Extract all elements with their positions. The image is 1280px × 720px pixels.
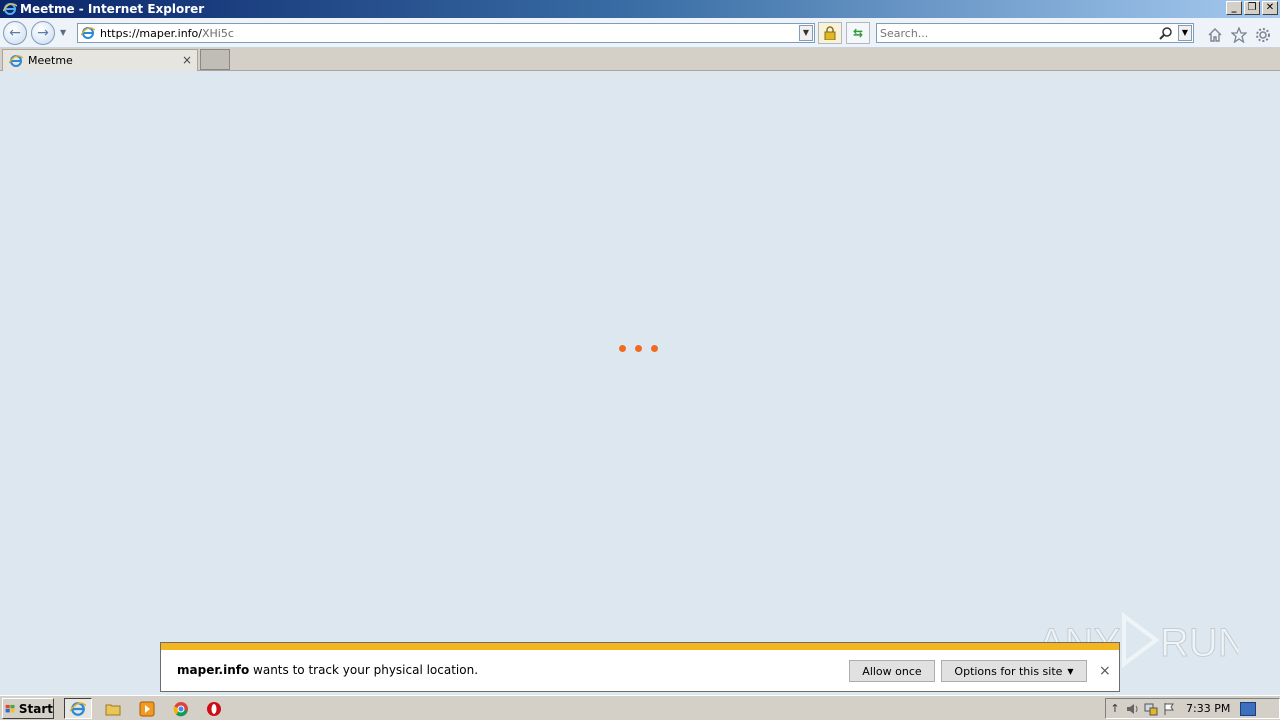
folder-icon bbox=[105, 704, 121, 715]
ie-page-icon bbox=[80, 25, 96, 41]
geolocation-notification-bar: maper.info wants to track your physical … bbox=[160, 642, 1120, 692]
media-player-icon bbox=[139, 701, 155, 716]
taskbar-explorer-button[interactable] bbox=[99, 698, 127, 719]
site-options-button[interactable]: Options for this site ▼ bbox=[941, 660, 1087, 682]
page-content bbox=[0, 71, 1280, 691]
forward-arrow-icon: → bbox=[37, 25, 49, 41]
taskbar: Start ↑ 7:33 PM bbox=[0, 695, 1280, 720]
tab-meetme[interactable]: Meetme × bbox=[2, 49, 198, 71]
site-options-label: Options for this site bbox=[954, 664, 1063, 678]
notification-site: maper.info bbox=[177, 663, 250, 677]
show-desktop-icon[interactable] bbox=[1240, 701, 1257, 716]
taskbar-opera-button[interactable] bbox=[200, 698, 228, 719]
notification-close-icon[interactable]: × bbox=[1099, 663, 1111, 679]
favorites-star-icon[interactable] bbox=[1230, 26, 1248, 44]
home-icon[interactable] bbox=[1206, 26, 1224, 44]
refresh-icon: ⇆ bbox=[852, 26, 864, 40]
forward-button[interactable]: → bbox=[31, 21, 55, 45]
taskbar-clock[interactable]: 7:33 PM bbox=[1186, 702, 1230, 715]
address-bar[interactable]: https://maper.info/XHi5c ▼ bbox=[77, 23, 815, 43]
chrome-icon bbox=[173, 701, 188, 716]
back-arrow-icon: ← bbox=[9, 25, 21, 41]
action-center-flag-icon[interactable] bbox=[1160, 700, 1178, 718]
volume-icon[interactable] bbox=[1124, 700, 1142, 718]
loading-indicator bbox=[619, 345, 658, 352]
refresh-button[interactable]: ⇆ bbox=[846, 22, 870, 44]
start-label: Start bbox=[18, 701, 53, 716]
ie-logo-icon bbox=[2, 1, 18, 17]
restore-button[interactable]: ❐ bbox=[1244, 1, 1260, 15]
back-button[interactable]: ← bbox=[3, 21, 27, 45]
allow-once-button[interactable]: Allow once bbox=[849, 660, 935, 682]
minimize-button[interactable]: _ bbox=[1226, 1, 1242, 15]
history-dropdown-icon[interactable]: ▼ bbox=[60, 28, 70, 38]
url-path: XHi5c bbox=[201, 26, 234, 40]
taskbar-chrome-button[interactable] bbox=[167, 698, 195, 719]
caret-down-icon: ▼ bbox=[1067, 666, 1074, 676]
tab-close-icon[interactable]: × bbox=[182, 53, 192, 67]
allow-once-label: Allow once bbox=[862, 664, 922, 678]
tab-label: Meetme bbox=[28, 54, 73, 67]
ie-taskbar-icon bbox=[70, 701, 86, 716]
search-input[interactable] bbox=[880, 25, 1150, 41]
tab-bar: Meetme × bbox=[0, 48, 1280, 71]
address-dropdown-icon[interactable]: ▼ bbox=[799, 25, 813, 41]
notification-text: wants to track your physical location. bbox=[249, 663, 479, 677]
ie-tab-icon bbox=[8, 53, 24, 69]
windows-flag-icon bbox=[5, 704, 15, 712]
security-lock-button[interactable] bbox=[818, 22, 842, 44]
taskbar-ie-button[interactable] bbox=[64, 698, 92, 719]
gear-icon[interactable] bbox=[1254, 26, 1272, 44]
loading-dot bbox=[619, 345, 626, 352]
notification-accent-strip bbox=[161, 643, 1119, 650]
notification-message: maper.info wants to track your physical … bbox=[177, 663, 478, 677]
system-tray: ↑ 7:33 PM bbox=[1105, 698, 1280, 719]
window-controls: _ ❐ ✕ bbox=[1226, 1, 1278, 15]
taskbar-media-button[interactable] bbox=[133, 698, 161, 719]
new-tab-button[interactable] bbox=[200, 49, 230, 70]
url-text[interactable]: https://maper.info/XHi5c bbox=[100, 27, 234, 40]
lock-icon bbox=[824, 26, 836, 40]
title-bar: Meetme - Internet Explorer _ ❐ ✕ bbox=[0, 0, 1280, 18]
loading-dot bbox=[651, 345, 658, 352]
window-title: Meetme - Internet Explorer bbox=[20, 2, 205, 16]
show-hidden-icons-icon[interactable]: ↑ bbox=[1106, 700, 1124, 718]
url-host: https://maper.info/ bbox=[100, 26, 202, 40]
start-button[interactable]: Start bbox=[2, 698, 54, 719]
search-box[interactable]: ▼ bbox=[876, 23, 1194, 43]
search-dropdown-icon[interactable]: ▼ bbox=[1178, 25, 1192, 41]
opera-icon bbox=[207, 701, 221, 716]
navigation-bar: ← → ▼ https://maper.info/XHi5c ▼ ⇆ ▼ bbox=[0, 18, 1280, 48]
loading-dot bbox=[635, 345, 642, 352]
search-icon[interactable] bbox=[1159, 26, 1173, 40]
network-icon[interactable] bbox=[1142, 700, 1160, 718]
close-window-button[interactable]: ✕ bbox=[1262, 1, 1278, 15]
